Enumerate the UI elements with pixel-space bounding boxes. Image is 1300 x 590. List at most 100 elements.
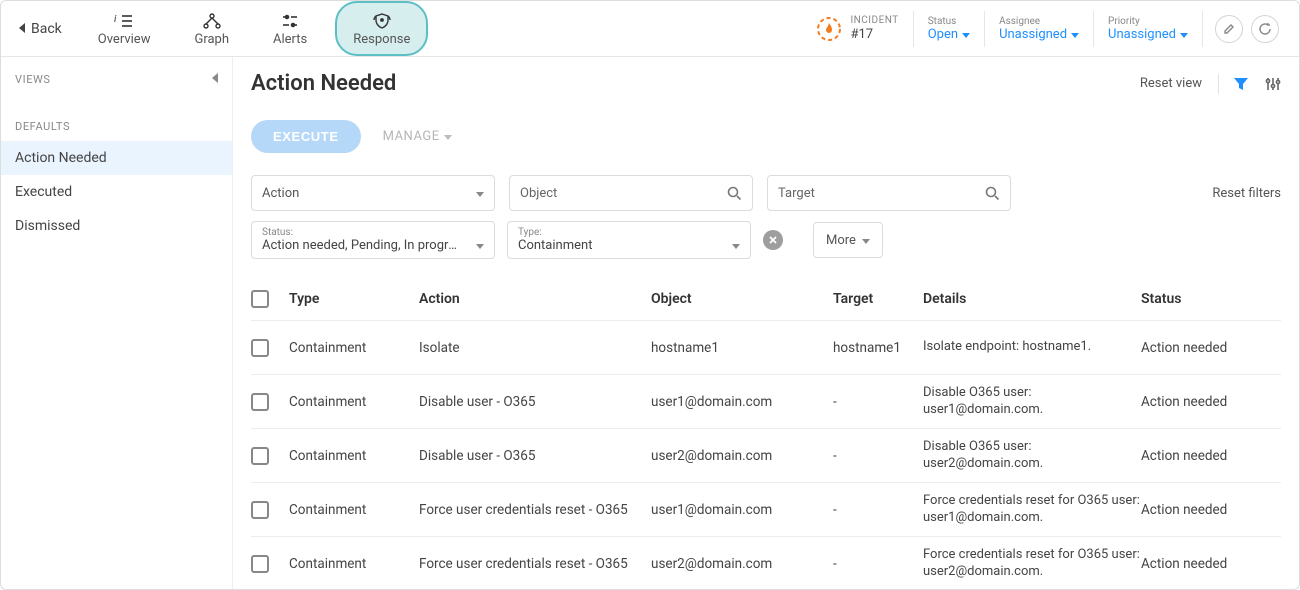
- sidebar: VIEWS DEFAULTS Action Needed Executed Di…: [1, 57, 233, 589]
- type-filter-dropdown[interactable]: Type: Containment: [507, 221, 751, 259]
- execute-button[interactable]: EXECUTE: [251, 120, 361, 153]
- cell-type: Containment: [289, 394, 419, 410]
- cell-target: -: [833, 556, 923, 572]
- sidebar-item-executed[interactable]: Executed: [1, 175, 232, 209]
- status-label: Status: [928, 16, 970, 27]
- sidebar-item-label: Executed: [15, 184, 72, 200]
- chevron-down-icon: [444, 129, 452, 144]
- cell-object: user2@domain.com: [651, 448, 833, 464]
- row-checkbox[interactable]: [251, 555, 269, 573]
- refresh-button[interactable]: [1251, 15, 1279, 43]
- overview-icon: i: [114, 12, 134, 30]
- cell-details: Force credentials reset for O365 user: u…: [923, 547, 1141, 581]
- more-label: More: [826, 233, 856, 248]
- select-all-checkbox[interactable]: [251, 290, 269, 308]
- chevron-down-icon: [1071, 27, 1079, 42]
- table-header-row: Type Action Object Target Details Status: [251, 277, 1281, 321]
- table-row[interactable]: Containment Force user credentials reset…: [251, 483, 1281, 537]
- defaults-label: DEFAULTS: [1, 100, 232, 141]
- views-label: VIEWS: [15, 73, 51, 86]
- assignee-selector[interactable]: Assignee Unassigned: [985, 11, 1094, 47]
- tab-alerts[interactable]: Alerts: [257, 1, 323, 56]
- incident-label: INCIDENT: [850, 15, 898, 27]
- search-icon: [985, 186, 1000, 201]
- chevron-down-icon: [732, 238, 740, 253]
- cell-action: Disable user - O365: [419, 394, 651, 410]
- incident-number: #17: [850, 27, 898, 43]
- cell-object: user2@domain.com: [651, 556, 833, 572]
- search-icon: [727, 186, 742, 201]
- target-placeholder: Target: [778, 186, 815, 201]
- priority-selector[interactable]: Priority Unassigned: [1094, 11, 1203, 47]
- action-filter-label: Action: [262, 186, 299, 201]
- cell-details: Force credentials reset for O365 user: u…: [923, 493, 1141, 527]
- row-checkbox[interactable]: [251, 501, 269, 519]
- tab-overview[interactable]: i Overview: [82, 1, 167, 56]
- object-search-input[interactable]: Object: [509, 175, 753, 211]
- edit-button[interactable]: [1215, 15, 1243, 43]
- flame-icon: [816, 16, 842, 42]
- table-row[interactable]: Containment Disable user - O365 user2@do…: [251, 429, 1281, 483]
- col-type: Type: [289, 291, 419, 307]
- object-placeholder: Object: [520, 186, 557, 201]
- reset-filters-button[interactable]: Reset filters: [1212, 186, 1281, 201]
- cell-type: Containment: [289, 340, 419, 356]
- tab-label: Overview: [98, 32, 151, 47]
- cell-type: Containment: [289, 448, 419, 464]
- sidebar-item-dismissed[interactable]: Dismissed: [1, 209, 232, 243]
- cell-type: Containment: [289, 556, 419, 572]
- tab-response[interactable]: Response: [335, 1, 428, 56]
- clear-type-filter-button[interactable]: [763, 230, 783, 250]
- sidebar-item-action-needed[interactable]: Action Needed: [1, 141, 232, 175]
- cell-details: Isolate endpoint: hostname1.: [923, 339, 1141, 356]
- table-row[interactable]: Containment Disable user - O365 user1@do…: [251, 375, 1281, 429]
- action-filter-dropdown[interactable]: Action: [251, 175, 495, 211]
- cell-status: Action needed: [1141, 340, 1271, 356]
- cell-object: user1@domain.com: [651, 394, 833, 410]
- incident-indicator: INCIDENT #17: [802, 11, 913, 47]
- cell-details: Disable O365 user: user1@domain.com.: [923, 385, 1141, 419]
- svg-text:i: i: [114, 14, 117, 25]
- cell-status: Action needed: [1141, 556, 1271, 572]
- collapse-sidebar-icon[interactable]: [212, 73, 218, 86]
- type-filter-label: Type:: [518, 227, 740, 238]
- cell-target: -: [833, 502, 923, 518]
- main-content: Action Needed Reset view EXECUTE MANAGE …: [233, 57, 1299, 589]
- table-row[interactable]: Containment Force user credentials reset…: [251, 537, 1281, 589]
- row-checkbox[interactable]: [251, 393, 269, 411]
- col-object: Object: [651, 291, 833, 307]
- table-row[interactable]: Containment Isolate hostname1 hostname1 …: [251, 321, 1281, 375]
- row-checkbox[interactable]: [251, 339, 269, 357]
- status-value: Open: [928, 27, 958, 42]
- target-search-input[interactable]: Target: [767, 175, 1011, 211]
- status-selector[interactable]: Status Open: [914, 11, 985, 47]
- back-button[interactable]: Back: [1, 1, 76, 56]
- more-filters-dropdown[interactable]: More: [813, 222, 883, 258]
- col-target: Target: [833, 291, 923, 307]
- manage-button[interactable]: MANAGE: [383, 129, 452, 144]
- status-filter-value: Action needed, Pending, In progres...: [262, 238, 462, 253]
- reset-view-button[interactable]: Reset view: [1140, 76, 1202, 91]
- manage-label: MANAGE: [383, 129, 440, 144]
- row-checkbox[interactable]: [251, 447, 269, 465]
- assignee-label: Assignee: [999, 16, 1079, 27]
- tab-label: Response: [353, 32, 410, 47]
- chevron-left-icon: [19, 21, 25, 37]
- sidebar-item-label: Dismissed: [15, 218, 80, 234]
- filter-icon[interactable]: [1233, 76, 1249, 92]
- tab-label: Alerts: [273, 32, 307, 47]
- actions-table: Type Action Object Target Details Status…: [251, 277, 1281, 589]
- priority-value: Unassigned: [1108, 27, 1176, 42]
- top-tabs: i Overview Graph Alerts Response: [82, 1, 429, 56]
- cell-status: Action needed: [1141, 394, 1271, 410]
- tab-graph[interactable]: Graph: [178, 1, 245, 56]
- settings-sliders-icon[interactable]: [1265, 76, 1281, 92]
- priority-label: Priority: [1108, 16, 1188, 27]
- cell-action: Force user credentials reset - O365: [419, 502, 651, 518]
- cell-target: -: [833, 394, 923, 410]
- cell-type: Containment: [289, 502, 419, 518]
- status-filter-dropdown[interactable]: Status: Action needed, Pending, In progr…: [251, 221, 495, 259]
- cell-target: hostname1: [833, 340, 923, 356]
- status-filter-label: Status:: [262, 227, 484, 238]
- col-details: Details: [923, 291, 1141, 307]
